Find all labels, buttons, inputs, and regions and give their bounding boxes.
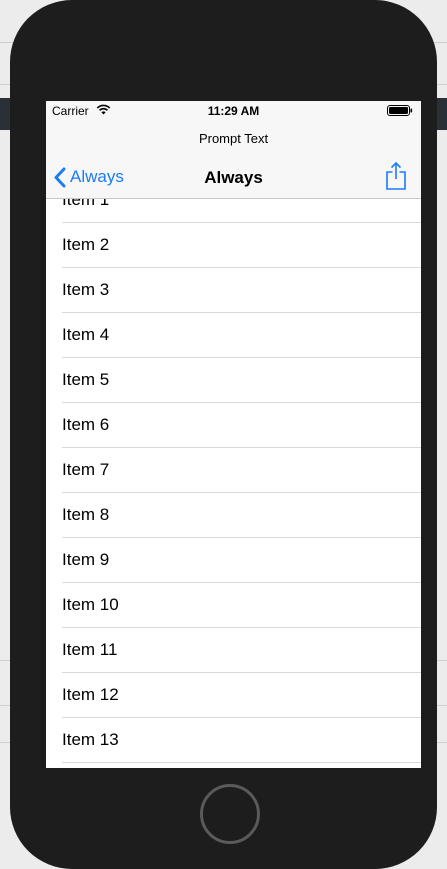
list-item[interactable]: Item 6 xyxy=(46,403,421,448)
list-item-label: Item 9 xyxy=(62,550,110,569)
list-item[interactable]: Item 4 xyxy=(46,313,421,358)
list-item-label: Item 5 xyxy=(62,370,110,389)
list-item[interactable]: Item 7 xyxy=(46,448,421,493)
clock: 11:29 AM xyxy=(207,104,260,118)
list-content: Item 1 Item 2 Item 3 Item 4 Item 5 Item 6 Item… xyxy=(46,199,421,763)
item-list[interactable]: Item 1 Item 2 Item 3 Item 4 Item 5 Item 6 Item… xyxy=(46,199,421,768)
list-item[interactable]: Item 12 xyxy=(46,673,421,718)
list-item-label: Item 12 xyxy=(62,685,119,704)
list-item[interactable]: Item 13 xyxy=(46,718,421,763)
list-item-label: Item 2 xyxy=(62,235,110,254)
phone-frame: Carrier 11:29 AM Prompt Text Always Alwa… xyxy=(10,0,437,869)
list-item[interactable]: Item 3 xyxy=(46,268,421,313)
list-item[interactable]: Item 9 xyxy=(46,538,421,583)
home-button[interactable] xyxy=(200,784,260,844)
list-item-label: Item 1 xyxy=(62,199,110,209)
share-icon[interactable] xyxy=(385,161,407,191)
list-item-label: Item 11 xyxy=(62,640,118,659)
list-item-label: Item 4 xyxy=(62,325,110,344)
list-item[interactable]: Item 5 xyxy=(46,358,421,403)
list-item-label: Item 8 xyxy=(62,505,110,524)
battery-icon xyxy=(387,105,413,116)
list-item[interactable]: Item 11 xyxy=(46,628,421,673)
list-item-label: Item 3 xyxy=(62,280,110,299)
navigation-bar: Prompt Text Always Always xyxy=(46,121,421,199)
list-item-label: Item 13 xyxy=(62,730,119,749)
list-item[interactable]: Item 2 xyxy=(46,223,421,268)
list-item[interactable]: Item 1 xyxy=(46,199,421,223)
row-separator xyxy=(62,762,421,763)
status-bar: Carrier 11:29 AM xyxy=(46,101,421,121)
list-item-label: Item 10 xyxy=(62,595,119,614)
list-item-label: Item 6 xyxy=(62,415,110,434)
device-screen: Carrier 11:29 AM Prompt Text Always Alwa… xyxy=(46,101,421,768)
nav-title: Always xyxy=(204,168,263,187)
nav-prompt: Prompt Text xyxy=(198,131,269,146)
list-item[interactable]: Item 10 xyxy=(46,583,421,628)
list-item[interactable]: Item 8 xyxy=(46,493,421,538)
list-item-label: Item 7 xyxy=(62,460,110,479)
